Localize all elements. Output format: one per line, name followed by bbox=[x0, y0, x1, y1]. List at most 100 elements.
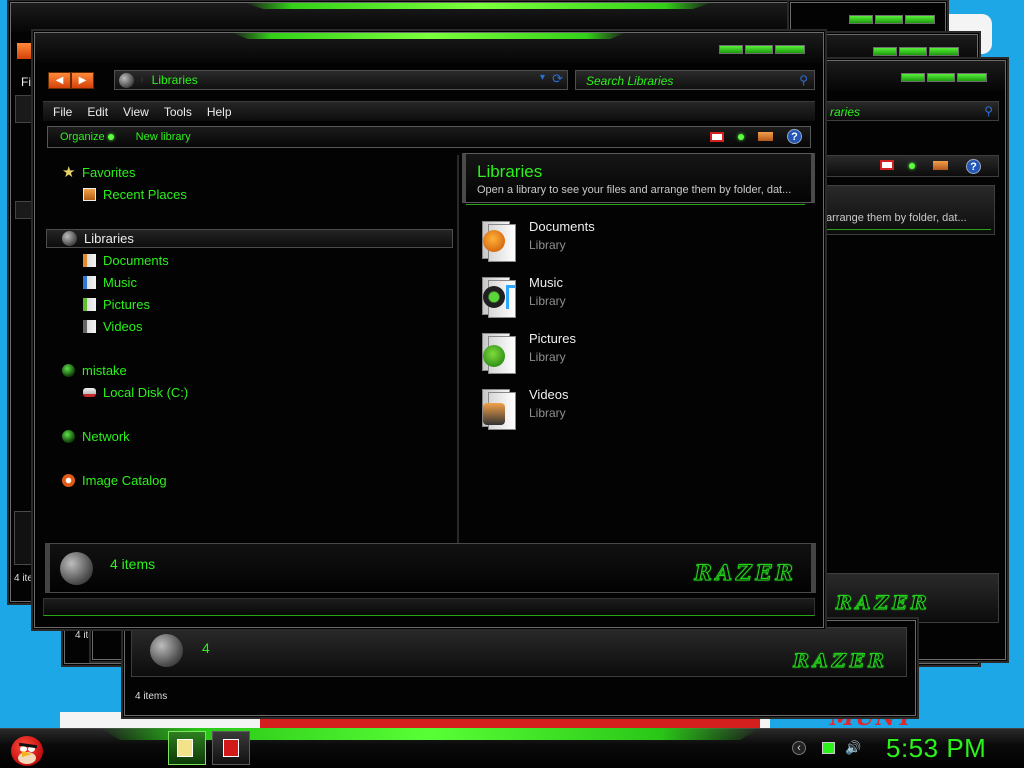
green-dot-icon[interactable] bbox=[738, 133, 744, 140]
search-fragment-text: raries bbox=[830, 105, 861, 119]
refresh-icon[interactable]: ⟳ bbox=[552, 71, 563, 87]
header-line bbox=[825, 229, 991, 230]
nav-button-fragment[interactable] bbox=[17, 43, 35, 59]
back-button[interactable]: ◀ bbox=[48, 72, 71, 89]
nav-pictures[interactable]: Pictures bbox=[83, 297, 150, 312]
header-divider bbox=[466, 204, 805, 205]
image-catalog-icon bbox=[62, 474, 75, 487]
tray-battery-icon[interactable] bbox=[822, 742, 835, 754]
tray-arrow-icon[interactable]: ‹ bbox=[792, 741, 806, 755]
nav-pictures-label: Pictures bbox=[103, 297, 150, 312]
menu-file[interactable]: File bbox=[53, 105, 72, 119]
nav-favorites-label: Favorites bbox=[82, 165, 136, 180]
network-orb-icon bbox=[62, 430, 75, 443]
clock[interactable]: 5:53 PM bbox=[886, 733, 986, 764]
organize-button[interactable]: Organize bbox=[60, 131, 114, 143]
maximize-button[interactable] bbox=[745, 45, 773, 54]
libraries-orb-icon bbox=[60, 552, 93, 585]
organize-label: Organize bbox=[60, 131, 105, 143]
star-icon: ★ bbox=[62, 164, 76, 181]
navigation-buttons: ◀ ▶ bbox=[48, 72, 94, 89]
search-fragment[interactable]: raries ⚲ bbox=[823, 101, 999, 121]
menu-tools[interactable]: Tools bbox=[164, 105, 192, 119]
help-icon[interactable]: ? bbox=[966, 159, 981, 174]
window-controls bbox=[719, 45, 805, 54]
forward-button[interactable]: ▶ bbox=[71, 72, 94, 89]
library-name: Music bbox=[529, 275, 563, 290]
disk-icon bbox=[83, 388, 96, 397]
taskbar-pdf-button[interactable] bbox=[212, 731, 250, 765]
library-item-music[interactable]: Music Library bbox=[480, 275, 566, 319]
nav-favorites[interactable]: ★ Favorites bbox=[62, 165, 135, 180]
nav-videos-label: Videos bbox=[103, 319, 143, 334]
angry-bird-start-icon[interactable] bbox=[8, 730, 46, 768]
header-fragment: arrange them by folder, dat... bbox=[823, 185, 995, 235]
window-controls[interactable] bbox=[873, 47, 959, 56]
status-strip bbox=[43, 598, 815, 616]
magnifier-icon[interactable]: ⚲ bbox=[799, 73, 808, 87]
volume-icon[interactable]: 🔊 bbox=[845, 740, 861, 756]
nav-videos[interactable]: Videos bbox=[83, 319, 143, 334]
navigation-pane: ★ Favorites Recent Places Libraries Docu… bbox=[43, 155, 457, 543]
window-controls[interactable] bbox=[849, 15, 935, 24]
breadcrumb-separator: › bbox=[140, 74, 144, 86]
help-icon[interactable]: ? bbox=[787, 129, 802, 144]
title-bar[interactable] bbox=[35, 33, 823, 63]
preview-pane-icon[interactable] bbox=[933, 161, 948, 170]
close-button[interactable] bbox=[775, 45, 805, 54]
nav-network[interactable]: Network bbox=[62, 429, 130, 444]
chevron-down-icon[interactable]: ▾ bbox=[540, 72, 545, 83]
razer-logo: RAZER bbox=[793, 650, 888, 673]
preview-pane-icon[interactable] bbox=[758, 132, 773, 141]
library-type: Library bbox=[529, 238, 566, 252]
menu-edit[interactable]: Edit bbox=[87, 105, 108, 119]
nav-documents[interactable]: Documents bbox=[83, 253, 169, 268]
magnifier-icon: ⚲ bbox=[984, 104, 993, 118]
item-count: 4 items bbox=[110, 556, 156, 572]
nav-homegroup[interactable]: mistake bbox=[62, 363, 127, 378]
green-dot-icon[interactable] bbox=[909, 163, 915, 169]
library-header: Libraries Open a library to see your fil… bbox=[462, 153, 815, 203]
notification-area: ‹ 🔊 bbox=[792, 740, 861, 756]
pane-divider[interactable] bbox=[457, 155, 459, 543]
nav-music[interactable]: Music bbox=[83, 275, 137, 290]
menu-help[interactable]: Help bbox=[207, 105, 232, 119]
view-icon[interactable] bbox=[880, 160, 894, 170]
nav-libraries[interactable]: Libraries bbox=[62, 231, 134, 246]
library-type: Library bbox=[529, 350, 566, 364]
library-item-pictures[interactable]: Pictures Library bbox=[480, 331, 576, 375]
library-item-videos[interactable]: Videos Library bbox=[480, 387, 569, 431]
search-placeholder: Search Libraries bbox=[586, 74, 674, 88]
nav-image-catalog[interactable]: Image Catalog bbox=[62, 473, 167, 488]
address-bar[interactable]: › Libraries ▾ ⟳ bbox=[114, 70, 568, 90]
nav-image-catalog-label: Image Catalog bbox=[82, 473, 167, 488]
menu-view[interactable]: View bbox=[123, 105, 149, 119]
videos-icon bbox=[83, 320, 96, 333]
window-controls[interactable] bbox=[901, 73, 987, 82]
search-input[interactable]: Search Libraries ⚲ bbox=[575, 70, 815, 90]
new-library-button[interactable]: New library bbox=[136, 131, 191, 143]
status-count: 4 bbox=[202, 640, 210, 656]
library-item-documents[interactable]: Documents Library bbox=[480, 219, 595, 263]
minimize-button[interactable] bbox=[719, 45, 743, 54]
music-library-icon bbox=[480, 275, 520, 319]
content-pane: Libraries Open a library to see your fil… bbox=[460, 151, 817, 543]
menu-fragment[interactable]: Fi bbox=[21, 75, 31, 89]
side-bar-fragment bbox=[15, 95, 35, 123]
nav-recent-places[interactable]: Recent Places bbox=[83, 187, 187, 202]
nav-local-disk[interactable]: Local Disk (C:) bbox=[83, 385, 188, 400]
documents-library-icon bbox=[480, 219, 520, 263]
nav-libraries-label: Libraries bbox=[84, 231, 134, 246]
taskbar-explorer-button[interactable] bbox=[168, 731, 206, 765]
recent-places-icon bbox=[83, 188, 96, 201]
nav-local-disk-label: Local Disk (C:) bbox=[103, 385, 189, 400]
dropdown-dot-icon bbox=[107, 134, 114, 141]
view-icon[interactable] bbox=[710, 131, 724, 142]
breadcrumb-libraries[interactable]: Libraries bbox=[152, 73, 198, 87]
status-fragment: RAZER bbox=[823, 573, 999, 623]
menu-bar: File Edit View Tools Help bbox=[43, 101, 815, 121]
videos-library-icon bbox=[480, 387, 520, 431]
command-bar: Organize New library ? bbox=[47, 126, 811, 148]
side-bar-fragment-2 bbox=[15, 201, 35, 219]
command-fragment: ? bbox=[825, 155, 999, 177]
